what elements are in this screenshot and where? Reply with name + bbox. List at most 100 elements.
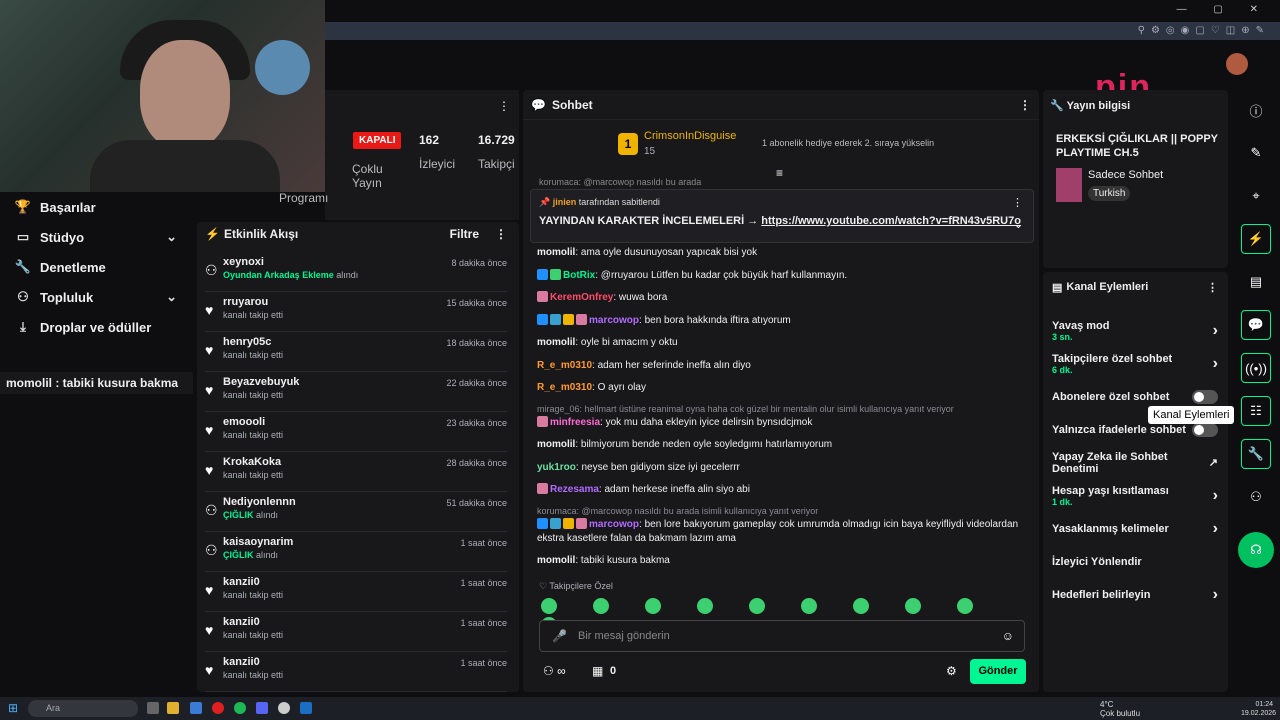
mic-icon[interactable]: 🎤: [552, 629, 567, 643]
steam-icon[interactable]: [300, 702, 312, 714]
windows-start-icon[interactable]: ⊞: [8, 701, 18, 715]
support-button[interactable]: ☊: [1238, 532, 1274, 568]
chat-username[interactable]: momolil: [537, 555, 575, 566]
task-view-icon[interactable]: [147, 702, 159, 714]
badge-icon[interactable]: [537, 415, 548, 427]
multistream-label[interactable]: Çoklu Yayın: [352, 162, 412, 190]
badge-icon[interactable]: [537, 313, 548, 325]
chat-username[interactable]: yuk1roo: [537, 462, 576, 473]
discord-icon[interactable]: [256, 702, 268, 714]
chat-username[interactable]: momolil: [537, 247, 575, 258]
target-icon[interactable]: ⌖: [1241, 181, 1271, 211]
message-input[interactable]: 🎤 Bir mesaj gönderin ☺: [539, 620, 1025, 652]
channel-actions-icon[interactable]: ☷: [1241, 396, 1271, 426]
chevron-right-icon[interactable]: ›: [1213, 586, 1218, 604]
activity-item[interactable]: ♥ kanzii0 kanalı takip etti 1 saat önce: [205, 612, 507, 652]
chat-username[interactable]: minfreesia: [550, 417, 600, 428]
emoji-icon[interactable]: ☺: [1002, 629, 1014, 643]
chat-username[interactable]: marcowop: [589, 519, 639, 530]
chevron-down-icon[interactable]: ⌄: [166, 229, 177, 245]
unpin-icon[interactable]: ⋮: [1012, 196, 1023, 209]
obs-icon[interactable]: [278, 702, 290, 714]
points-icon[interactable]: ⚇ ∞: [543, 664, 566, 678]
opera-icon[interactable]: [212, 702, 224, 714]
pinned-by[interactable]: jinien: [553, 197, 577, 207]
filter-button[interactable]: Filtre: [450, 227, 479, 241]
channel-action[interactable]: Yapay Zeka ile Sohbet Denetimi ↗: [1043, 446, 1228, 479]
activity-item[interactable]: ♥ emoooli kanalı takip etti 23 dakika önce: [205, 412, 507, 452]
lightning-icon[interactable]: ⚡: [1241, 224, 1271, 254]
collapse-icon[interactable]: ≡: [776, 166, 783, 180]
clock[interactable]: 01:24 19.02.2026: [1241, 700, 1276, 718]
chevron-down-icon[interactable]: ⌄: [1014, 218, 1023, 231]
program-label[interactable]: Programı: [279, 191, 328, 205]
more-icon[interactable]: ⋮: [495, 227, 507, 241]
category-name[interactable]: Sadece Sohbet: [1088, 169, 1163, 181]
badge-icon[interactable]: [537, 517, 548, 529]
chat-username[interactable]: R_e_m0310: [537, 360, 592, 371]
toggle-switch[interactable]: [1192, 422, 1218, 437]
info-icon[interactable]: ⓘ: [1241, 95, 1271, 125]
channel-action[interactable]: Hesap yaşı kısıtlaması 1 dk. ›: [1043, 479, 1228, 512]
chat-username[interactable]: R_e_m0310: [537, 382, 592, 393]
activity-user[interactable]: henry05c: [223, 336, 283, 348]
more-icon[interactable]: ⋮: [498, 99, 510, 113]
chat-username[interactable]: KeremOnfrey: [550, 292, 613, 303]
badge-icon[interactable]: [563, 517, 574, 529]
chat-icon[interactable]: 💬: [1241, 310, 1271, 340]
nav-item[interactable]: ⤓ Droplar ve ödüller: [0, 312, 193, 342]
app-icon[interactable]: [190, 702, 202, 714]
chevron-right-icon[interactable]: ›: [1213, 487, 1218, 505]
toggle-switch[interactable]: [1192, 389, 1218, 404]
pinned-link[interactable]: https://www.youtube.com/watch?v=fRN43v5R…: [761, 215, 1021, 227]
store-icon[interactable]: ▦: [592, 664, 603, 678]
nav-item[interactable]: ▭ Stüdyo ⌄: [0, 222, 193, 252]
activity-item[interactable]: ♥ kanzii0 kanalı takip etti 1 saat önce: [205, 652, 507, 692]
wrench-icon[interactable]: 🔧: [1241, 439, 1271, 469]
extension-icons[interactable]: ⚲⚙◎◉▢♡◫⊕✎: [1138, 25, 1270, 36]
badge-icon[interactable]: [537, 483, 548, 494]
community-icon[interactable]: ⚇: [1241, 482, 1271, 512]
nav-item[interactable]: ⚇ Topluluk ⌄: [0, 282, 193, 312]
chevron-right-icon[interactable]: ›: [1213, 520, 1218, 538]
chat-username[interactable]: Rezesama: [550, 484, 599, 495]
activity-user[interactable]: rruyarou: [223, 296, 283, 308]
badge-icon[interactable]: [576, 517, 587, 529]
send-button[interactable]: Gönder: [970, 659, 1026, 684]
reply-context[interactable]: mirage_06: hellmart üstüne reanimal oyna…: [537, 404, 1032, 414]
nav-item[interactable]: 🏆 Başarılar: [0, 192, 193, 222]
window-controls[interactable]: — ▢ ✕: [1177, 4, 1270, 15]
activity-user[interactable]: kaisaoynarim: [223, 536, 293, 548]
chat-username[interactable]: momolil: [537, 337, 575, 348]
activity-user[interactable]: emoooli: [223, 416, 283, 428]
badge-icon[interactable]: [550, 268, 561, 280]
chevron-right-icon[interactable]: ›: [1213, 322, 1218, 340]
activity-item[interactable]: ♥ rruyarou kanalı takip etti 15 dakika önce: [205, 292, 507, 332]
weather-widget[interactable]: 4°C Çok bulutlu: [1100, 700, 1140, 718]
chevron-down-icon[interactable]: ⌄: [166, 289, 177, 305]
channel-action[interactable]: Yasaklanmış kelimeler ›: [1043, 512, 1228, 545]
activity-item[interactable]: ⚇ Nediyonlennn ÇIĞLIK alındı 51 dakika önce: [205, 492, 507, 532]
activity-user[interactable]: xeynoxi: [223, 256, 358, 268]
activity-user[interactable]: kanzii0: [223, 656, 283, 668]
settings-icon[interactable]: ⚙: [946, 664, 957, 678]
emote-bar[interactable]: [541, 598, 1031, 633]
activity-item[interactable]: ⚇ kaisaoynarim ÇIĞLIK alındı 1 saat önce: [205, 532, 507, 572]
channel-action[interactable]: İzleyici Yönlendir: [1043, 545, 1228, 578]
activity-item[interactable]: ♥ kanzii0 kanalı takip etti 1 saat önce: [205, 572, 507, 612]
nav-item[interactable]: 🔧 Denetleme: [0, 252, 193, 282]
chat-username[interactable]: BotRix: [563, 270, 595, 281]
gift-prompt[interactable]: 1 abonelik hediye ederek 2. sıraya yükse…: [762, 138, 934, 148]
channel-action[interactable]: Yavaş mod 3 sn. ›: [1043, 314, 1228, 347]
chat-username[interactable]: momolil: [537, 439, 575, 450]
document-icon[interactable]: ▤: [1241, 267, 1271, 297]
channel-action[interactable]: Takipçilere özel sohbet 6 dk. ›: [1043, 347, 1228, 380]
badge-icon[interactable]: [550, 517, 561, 529]
activity-user[interactable]: kanzii0: [223, 576, 283, 588]
channel-action[interactable]: Hedefleri belirleyin ›: [1043, 578, 1228, 611]
more-icon[interactable]: ⋮: [1019, 98, 1031, 112]
broadcast-icon[interactable]: ((•)): [1241, 353, 1271, 383]
more-icon[interactable]: ⋮: [1207, 281, 1218, 294]
chat-username[interactable]: marcowop: [589, 315, 639, 326]
badge-icon[interactable]: [537, 268, 548, 280]
